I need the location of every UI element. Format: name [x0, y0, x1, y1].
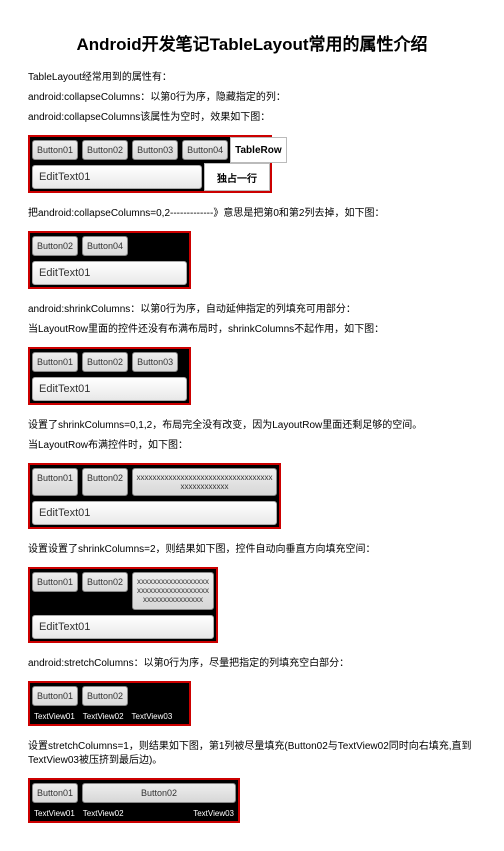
demo-collapse-empty: Button01 Button02 Button03 Button04 Tabl…	[28, 135, 272, 193]
overflow-cell: xxxxxxxxxxxxxxxxxxxxxxxxxxxxxxxxxxxxxxxx…	[132, 468, 277, 496]
text-view: TextView01	[30, 806, 79, 821]
text-view: TextView01	[30, 709, 79, 724]
paragraph: android:shrinkColumns：以第0行为序，自动延伸指定的列填充可…	[28, 303, 476, 317]
button[interactable]: Button03	[132, 352, 178, 372]
text-view: TextView02	[79, 806, 189, 821]
demo-shrink-nospill: Button01 Button02 Button03 EditText01	[28, 347, 191, 405]
side-label: TableRow	[230, 137, 286, 163]
demo-shrink-full-before: Button01 Button02 xxxxxxxxxxxxxxxxxxxxxx…	[28, 463, 281, 529]
button[interactable]: Button02	[82, 686, 128, 706]
edit-text[interactable]: EditText01	[32, 377, 187, 401]
button[interactable]: Button01	[32, 572, 78, 592]
button[interactable]: Button04	[82, 236, 128, 256]
paragraph: 把android:collapseColumns=0,2------------…	[28, 207, 476, 221]
demo-stretch-after: Button01 Button02 TextView01 TextView02 …	[28, 778, 240, 823]
button[interactable]: Button02	[82, 352, 128, 372]
side-label: 独占一行	[204, 163, 270, 191]
paragraph: 当LayoutRow里面的控件还没有布满布局时，shrinkColumns不起作…	[28, 323, 476, 337]
paragraph: 设置stretchColumns=1，则结果如下图，第1列被尽量填充(Butto…	[28, 740, 476, 768]
demo-stretch-before: Button01 Button02 TextView01 TextView02 …	[28, 681, 191, 726]
paragraph: 设置了shrinkColumns=0,1,2，布局完全没有改变，因为Layout…	[28, 419, 476, 433]
button[interactable]: Button01	[32, 686, 78, 706]
paragraph: TableLayout经常用到的属性有：	[28, 71, 476, 85]
button[interactable]: Button03	[132, 140, 178, 160]
button[interactable]: Button01	[32, 783, 78, 803]
text-view: TextView02	[79, 709, 128, 724]
edit-text[interactable]: EditText01	[32, 501, 277, 525]
demo-shrink-full-after: Button01 Button02 xxxxxxxxxxxxxxxxxxxxxx…	[28, 567, 218, 643]
edit-text[interactable]: EditText01	[32, 165, 202, 189]
button[interactable]: Button04	[182, 140, 228, 160]
page-title: Android开发笔记TableLayout常用的属性介绍	[28, 30, 476, 55]
button[interactable]: Button02	[82, 783, 236, 803]
text-view: TextView03	[128, 709, 177, 724]
paragraph: android:collapseColumns该属性为空时，效果如下图：	[28, 111, 476, 125]
edit-text[interactable]: EditText01	[32, 615, 214, 639]
button[interactable]: Button02	[82, 140, 128, 160]
paragraph: android:collapseColumns：以第0行为序，隐藏指定的列：	[28, 91, 476, 105]
text-view: TextView03	[189, 806, 238, 821]
button[interactable]: Button01	[32, 468, 78, 496]
paragraph: 当LayoutRow布满控件时，如下图：	[28, 439, 476, 453]
demo-collapse-02: Button02 Button04 EditText01	[28, 231, 191, 289]
button[interactable]: Button01	[32, 140, 78, 160]
button[interactable]: Button02	[82, 468, 128, 496]
paragraph: android:stretchColumns：以第0行为序，尽量把指定的列填充空…	[28, 657, 476, 671]
button[interactable]: Button02	[32, 236, 78, 256]
button[interactable]: Button02	[82, 572, 128, 592]
edit-text[interactable]: EditText01	[32, 261, 187, 285]
paragraph: 设置设置了shrinkColumns=2，则结果如下图，控件自动向垂直方向填充空…	[28, 543, 476, 557]
button[interactable]: Button01	[32, 352, 78, 372]
shrunk-cell: xxxxxxxxxxxxxxxxxxxxxxxxxxxxxxxxxxxxxxxx…	[132, 572, 214, 610]
